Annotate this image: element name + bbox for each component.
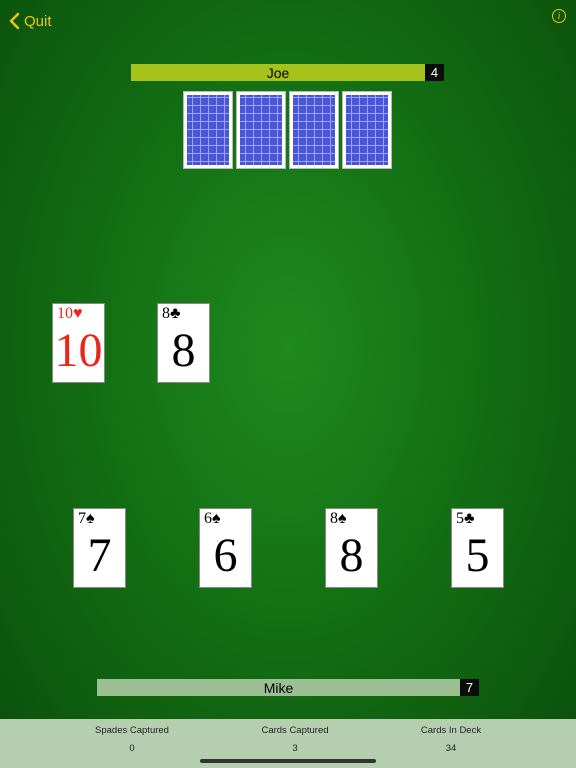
card-rank: 6 bbox=[213, 529, 238, 582]
stat-value: 3 bbox=[292, 743, 298, 754]
card-rank: 8 bbox=[171, 324, 196, 377]
hand-card[interactable]: 8♠ 8 bbox=[325, 508, 378, 588]
opponent-hand bbox=[183, 91, 395, 169]
stat-value: 34 bbox=[445, 743, 457, 754]
player-name-bar: Mike 7 bbox=[97, 679, 479, 696]
card-corner: 10♥ bbox=[57, 305, 83, 322]
stat-cards-in-deck: Cards In Deck 34 bbox=[376, 725, 526, 754]
stat-spades-captured: Spades Captured 0 bbox=[57, 725, 207, 754]
hand-card[interactable]: 6♠ 6 bbox=[199, 508, 252, 588]
chevron-left-icon bbox=[9, 12, 20, 30]
table-card[interactable]: 8♣ 8 bbox=[157, 303, 210, 383]
opponent-name: Joe bbox=[131, 64, 425, 81]
card-back bbox=[183, 91, 233, 169]
player-name: Mike bbox=[97, 679, 460, 696]
card-corner: 7♠ bbox=[78, 510, 95, 527]
hand-card[interactable]: 5♣ 5 bbox=[451, 508, 504, 588]
card-rank: 7 bbox=[87, 529, 112, 582]
table-card[interactable]: 10♥ 10 bbox=[52, 303, 105, 383]
card-corner: 8♠ bbox=[330, 510, 347, 527]
quit-button[interactable]: Quit bbox=[8, 12, 52, 30]
card-rank: 5 bbox=[465, 529, 490, 582]
opponent-score: 4 bbox=[425, 64, 444, 81]
hand-card[interactable]: 7♠ 7 bbox=[73, 508, 126, 588]
stat-label: Cards Captured bbox=[261, 725, 329, 736]
card-corner: 6♠ bbox=[204, 510, 221, 527]
stat-cards-captured: Cards Captured 3 bbox=[220, 725, 370, 754]
home-indicator[interactable] bbox=[200, 759, 376, 763]
opponent-name-bar: Joe 4 bbox=[131, 64, 444, 81]
card-rank: 10 bbox=[54, 324, 103, 377]
stat-label: Spades Captured bbox=[95, 725, 169, 736]
info-icon[interactable]: i bbox=[552, 9, 566, 23]
player-score: 7 bbox=[460, 679, 479, 696]
card-corner: 8♣ bbox=[162, 305, 181, 322]
card-back bbox=[342, 91, 392, 169]
card-back bbox=[236, 91, 286, 169]
card-back bbox=[289, 91, 339, 169]
card-rank: 8 bbox=[339, 529, 364, 582]
stat-label: Cards In Deck bbox=[420, 725, 482, 736]
quit-label: Quit bbox=[24, 12, 52, 30]
stat-value: 0 bbox=[129, 743, 135, 754]
card-corner: 5♣ bbox=[456, 510, 475, 527]
